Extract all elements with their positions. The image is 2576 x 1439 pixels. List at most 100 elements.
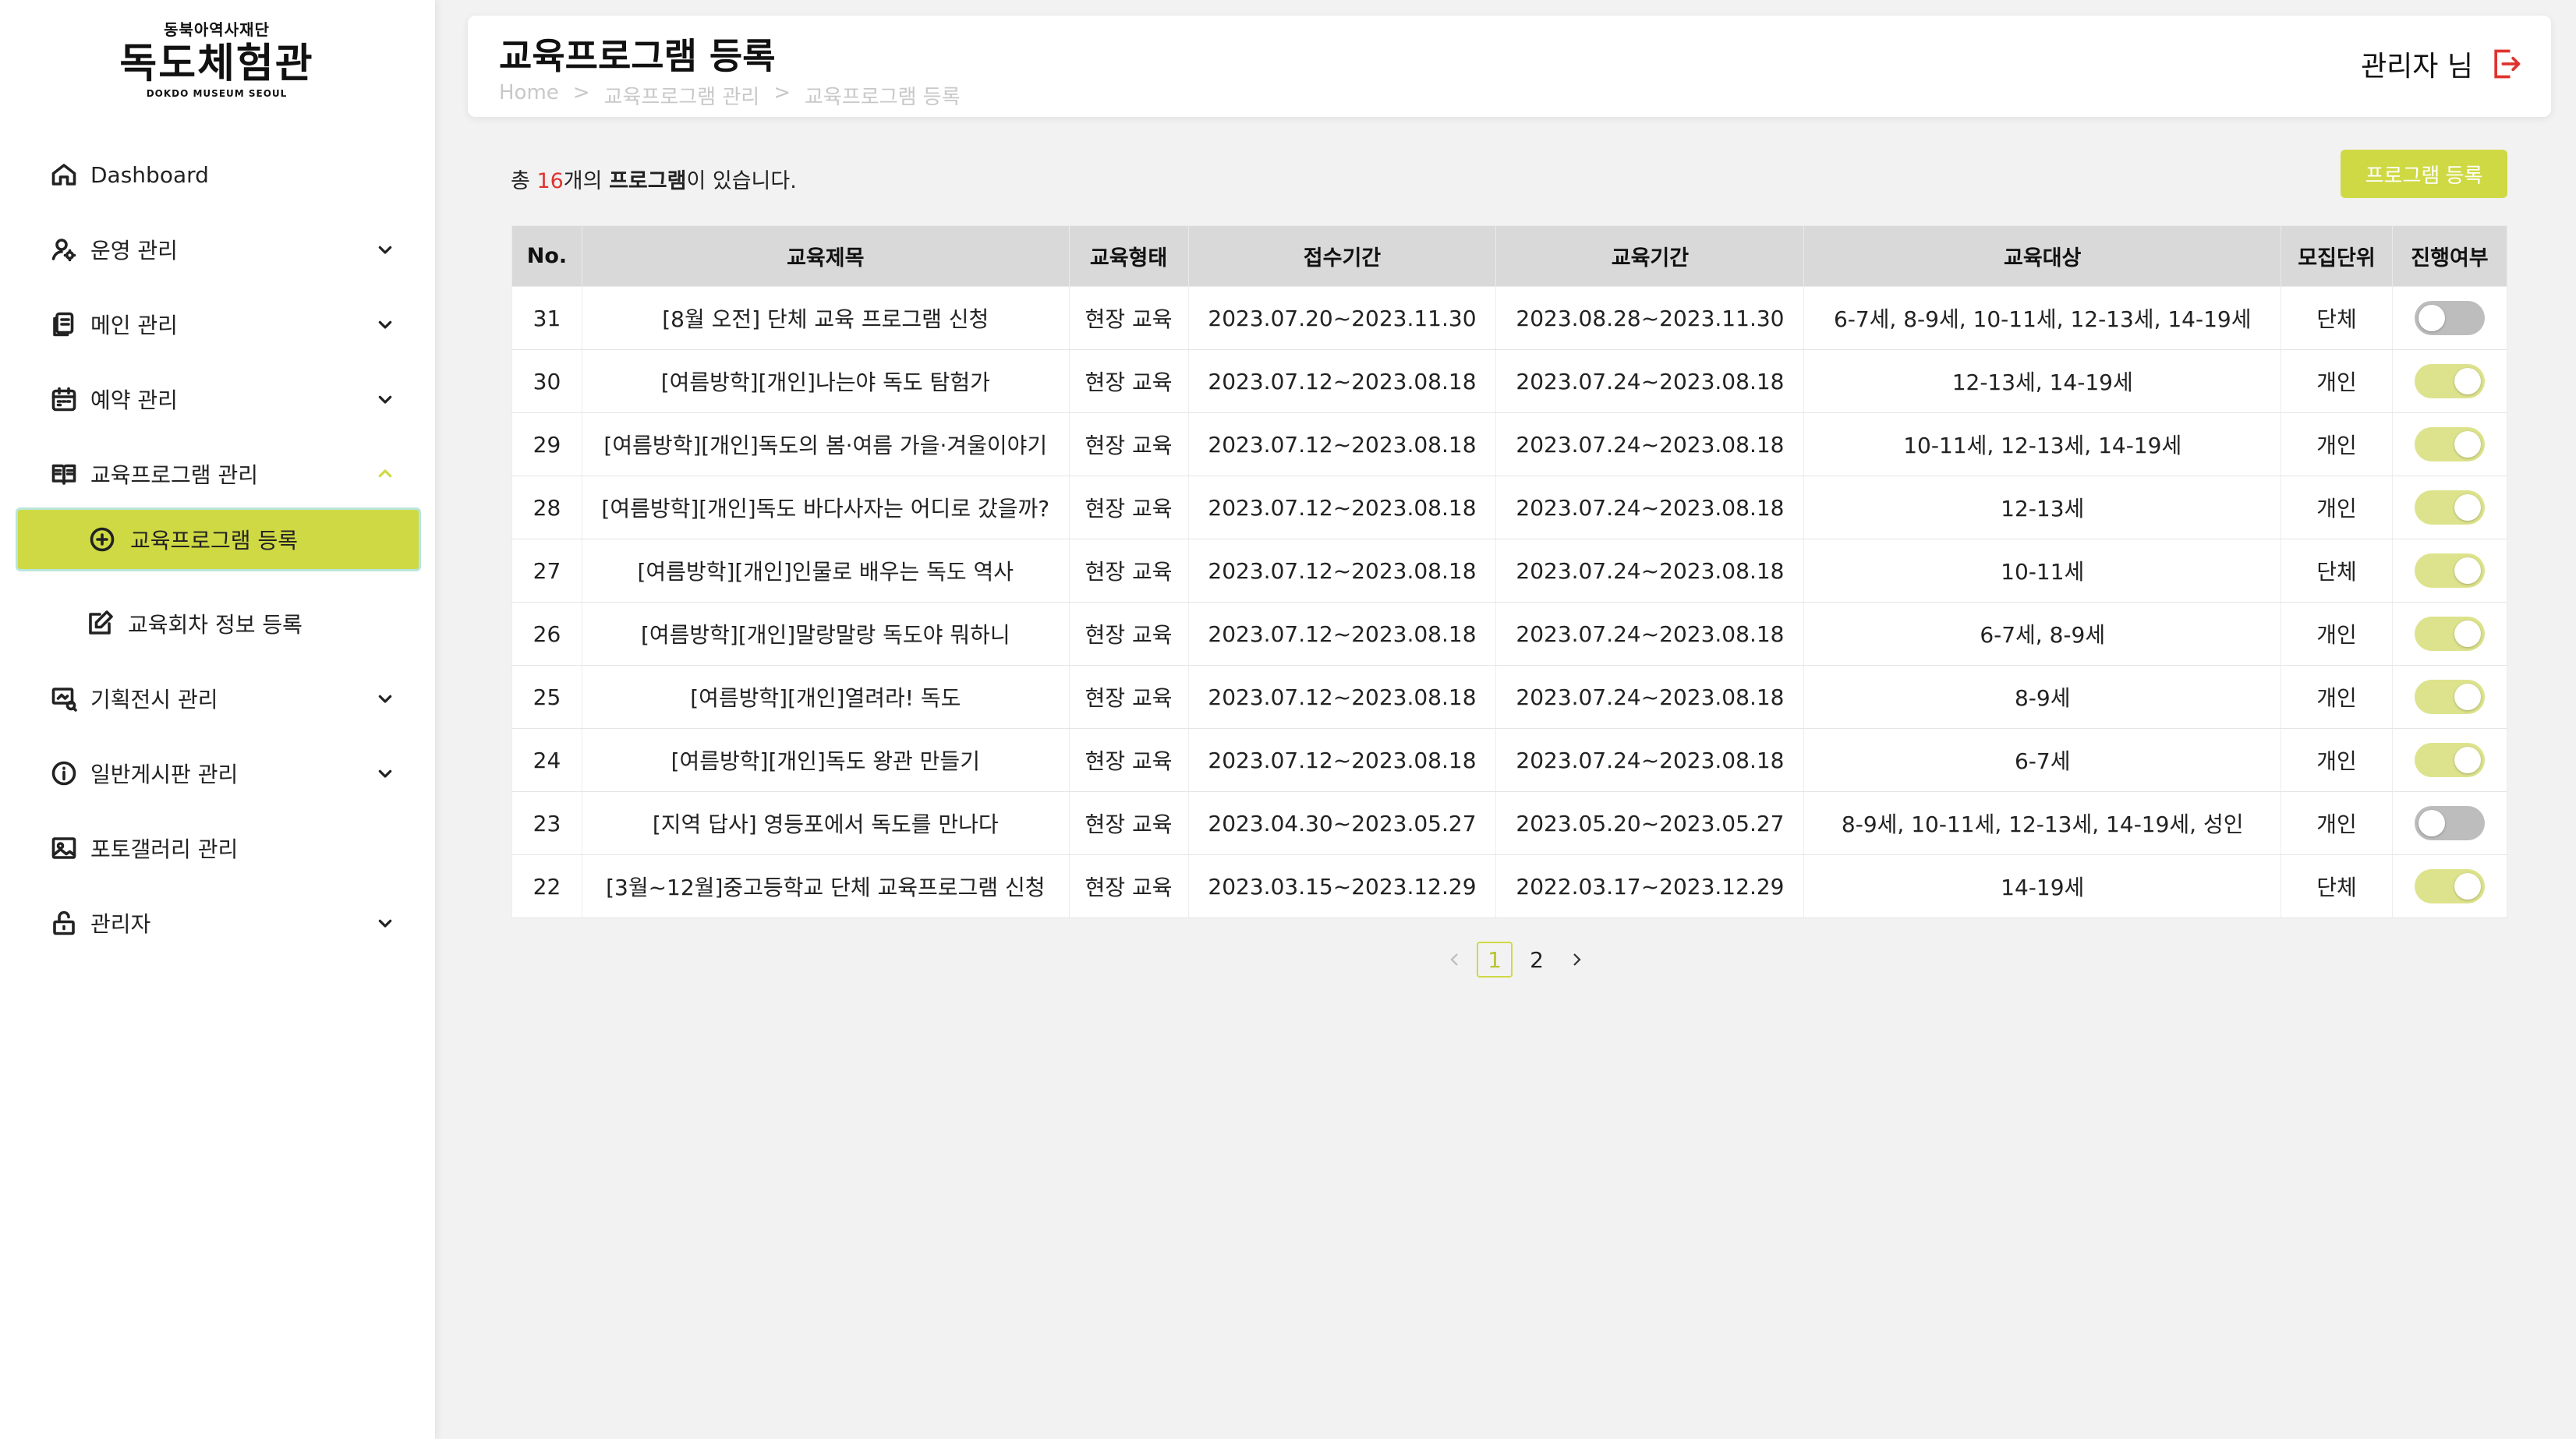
row-unit: 개인 <box>2281 665 2393 729</box>
sidebar-item-1[interactable]: Dashboard <box>0 137 435 212</box>
row-apply-period: 2023.07.12~2023.08.18 <box>1187 665 1497 729</box>
row-title[interactable]: [여름방학][개인]독도 바다사자는 어디로 갔을까? <box>581 476 1070 539</box>
row-apply-period: 2023.07.12~2023.08.18 <box>1187 412 1497 476</box>
row-title[interactable]: [여름방학][개인]말랑말랑 독도야 뭐하니 <box>581 602 1070 666</box>
table-row[interactable]: 29 [여름방학][개인]독도의 봄·여름 가을·겨울이야기 현장 교육 2023.0… <box>511 412 2508 476</box>
book-icon <box>51 464 76 485</box>
row-active-cell <box>2391 476 2508 539</box>
row-target: 12-13세 <box>1803 476 2282 539</box>
row-no: 30 <box>511 349 582 413</box>
active-toggle[interactable] <box>2414 301 2485 335</box>
count-suffix: 이 있습니다. <box>686 169 797 193</box>
table-row[interactable]: 26 [여름방학][개인]말랑말랑 독도야 뭐하니 현장 교육 2023.07.12~… <box>511 602 2508 666</box>
breadcrumb: Home > 교육프로그램 관리 > 교육프로그램 등록 <box>499 81 961 110</box>
page-header: 교육프로그램 등록 Home > 교육프로그램 관리 > 교육프로그램 등록 관… <box>468 16 2551 117</box>
col-unit: 모집단위 <box>2281 225 2393 287</box>
lock-icon <box>53 910 75 935</box>
row-target: 8-9세, 10-11세, 12-13세, 14-19세, 성인 <box>1803 791 2282 855</box>
sidebar-item-label: 운영 관리 <box>90 238 178 263</box>
breadcrumb-separator: > <box>773 81 791 104</box>
prev-page-button[interactable] <box>1439 942 1470 977</box>
table-row[interactable]: 27 [여름방학][개인]인물로 배우는 독도 역사 현장 교육 2023.07.12… <box>511 539 2508 603</box>
row-title[interactable]: [여름방학][개인]독도의 봄·여름 가을·겨울이야기 <box>581 412 1070 476</box>
page-1-button[interactable]: 1 <box>1477 942 1513 978</box>
sidebar-item-8[interactable]: 기획전시 관리 <box>0 661 435 736</box>
count-prefix: 총 <box>511 169 537 193</box>
table-row[interactable]: 24 [여름방학][개인]독도 왕관 만들기 현장 교육 2023.07.12~202… <box>511 728 2508 792</box>
sidebar-item-11[interactable]: 관리자 <box>0 886 435 960</box>
sidebar-item-3[interactable]: 메인 관리 <box>0 287 435 362</box>
page-2-button[interactable]: 2 <box>1519 942 1555 978</box>
row-apply-period: 2023.03.15~2023.12.29 <box>1187 854 1497 918</box>
sidebar-item-label: 예약 관리 <box>90 387 178 413</box>
logo[interactable]: 동북아역사재단 독도체험관 DOKDO MUSEUM SEOUL <box>115 17 318 99</box>
logo-org: 동북아역사재단 <box>164 20 270 39</box>
active-toggle[interactable] <box>2414 553 2485 588</box>
table-row[interactable]: 31 [8월 오전] 단체 교육 프로그램 신청 현장 교육 2023.07.20~2… <box>511 286 2508 350</box>
row-title[interactable]: [여름방학][개인]독도 왕관 만들기 <box>581 728 1070 792</box>
row-unit: 개인 <box>2281 728 2393 792</box>
active-toggle[interactable] <box>2414 869 2485 903</box>
breadcrumb-section[interactable]: 교육프로그램 관리 <box>604 81 760 110</box>
sidebar-item-7[interactable]: 교육회차 정보 등록 <box>0 586 435 661</box>
active-toggle[interactable] <box>2414 364 2485 398</box>
row-active-cell <box>2391 665 2508 729</box>
row-title[interactable]: [여름방학][개인]나는야 독도 탐험가 <box>581 349 1070 413</box>
row-type: 현장 교육 <box>1068 539 1189 603</box>
row-no: 28 <box>511 476 582 539</box>
toggle-knob <box>2418 810 2445 836</box>
toggle-knob <box>2454 621 2481 647</box>
chevron-up-icon <box>378 469 392 478</box>
next-page-button[interactable] <box>1561 942 1592 977</box>
breadcrumb-home[interactable]: Home <box>499 81 559 110</box>
row-unit: 단체 <box>2281 286 2393 350</box>
row-title[interactable]: [지역 답사] 영등포에서 독도를 만나다 <box>581 791 1070 855</box>
row-active-cell <box>2391 349 2508 413</box>
active-toggle[interactable] <box>2414 427 2485 461</box>
sidebar-item-6[interactable]: 교육프로그램 등록 <box>16 507 421 571</box>
row-unit: 단체 <box>2281 539 2393 603</box>
sidebar-item-2[interactable]: 운영 관리 <box>0 212 435 287</box>
calendar-icon <box>51 387 76 412</box>
logout-icon[interactable] <box>2489 47 2523 81</box>
table-row[interactable]: 22 [3월~12월]중고등학교 단체 교육프로그램 신청 현장 교육 2023.03… <box>511 854 2508 918</box>
row-unit: 개인 <box>2281 349 2393 413</box>
logo-subtitle: DOKDO MUSEUM SEOUL <box>146 88 288 99</box>
row-title[interactable]: [여름방학][개인]열려라! 독도 <box>581 665 1070 729</box>
active-toggle[interactable] <box>2414 806 2485 840</box>
register-program-button[interactable]: 프로그램 등록 <box>2341 150 2507 198</box>
row-apply-period: 2023.04.30~2023.05.27 <box>1187 791 1497 855</box>
row-type: 현장 교육 <box>1068 665 1189 729</box>
chevron-down-icon <box>378 769 392 778</box>
row-apply-period: 2023.07.20~2023.11.30 <box>1187 286 1497 350</box>
sidebar-item-5[interactable]: 교육프로그램 관리 <box>0 437 435 511</box>
active-toggle[interactable] <box>2414 490 2485 525</box>
active-toggle[interactable] <box>2414 743 2485 777</box>
active-toggle[interactable] <box>2414 680 2485 714</box>
row-unit: 개인 <box>2281 602 2393 666</box>
table-row[interactable]: 28 [여름방학][개인]독도 바다사자는 어디로 갔을까? 현장 교육 2023.0… <box>511 476 2508 539</box>
sidebar: 동북아역사재단 독도체험관 DOKDO MUSEUM SEOUL Dashboa… <box>0 0 435 1439</box>
sidebar-item-10[interactable]: 포토갤러리 관리 <box>0 811 435 886</box>
col-target: 교육대상 <box>1803 225 2282 287</box>
exhibition-icon <box>51 688 77 712</box>
col-title: 교육제목 <box>581 225 1070 287</box>
row-no: 27 <box>511 539 582 603</box>
row-apply-period: 2023.07.12~2023.08.18 <box>1187 349 1497 413</box>
col-no: No. <box>511 225 582 287</box>
active-toggle[interactable] <box>2414 617 2485 651</box>
sidebar-item-4[interactable]: 예약 관리 <box>0 362 435 437</box>
table-row[interactable]: 25 [여름방학][개인]열려라! 독도 현장 교육 2023.07.12~2023.… <box>511 665 2508 729</box>
program-count: 총 16개의 프로그램이 있습니다. <box>511 164 797 194</box>
row-title[interactable]: [여름방학][개인]인물로 배우는 독도 역사 <box>581 539 1070 603</box>
table-row[interactable]: 23 [지역 답사] 영등포에서 독도를 만나다 현장 교육 2023.04.30~2… <box>511 791 2508 855</box>
row-title[interactable]: [8월 오전] 단체 교육 프로그램 신청 <box>581 286 1070 350</box>
row-unit: 개인 <box>2281 791 2393 855</box>
sidebar-item-9[interactable]: 일반게시판 관리 <box>0 736 435 811</box>
row-target: 6-7세, 8-9세, 10-11세, 12-13세, 14-19세 <box>1803 286 2282 350</box>
row-type: 현장 교육 <box>1068 854 1189 918</box>
row-title[interactable]: [3월~12월]중고등학교 단체 교육프로그램 신청 <box>581 854 1070 918</box>
row-apply-period: 2023.07.12~2023.08.18 <box>1187 728 1497 792</box>
table-row[interactable]: 30 [여름방학][개인]나는야 독도 탐험가 현장 교육 2023.07.12~20… <box>511 349 2508 413</box>
sidebar-item-label: 관리자 <box>90 911 151 937</box>
